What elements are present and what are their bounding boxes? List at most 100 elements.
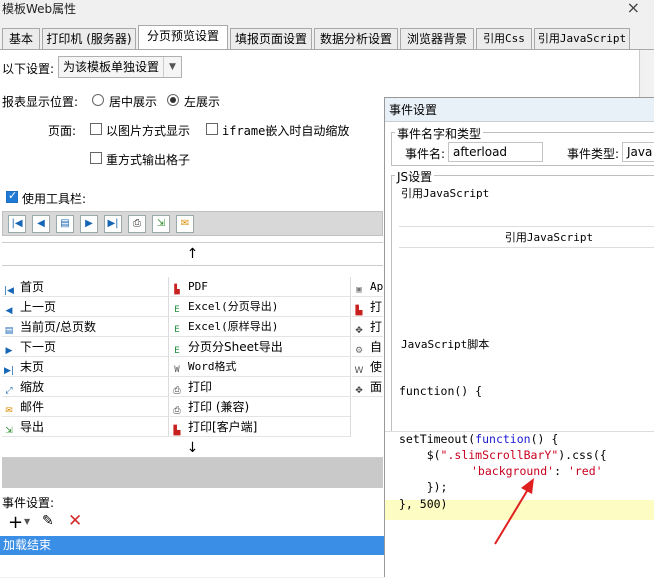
list-item[interactable]: ⚙ 自: [352, 337, 383, 357]
pdf-print-icon: ▙: [355, 306, 363, 316]
list-item[interactable]: ✥ 打: [352, 317, 383, 337]
position-label: 报表显示位置:: [2, 95, 79, 109]
list-item[interactable]: ▤ 当前页/总页数: [2, 317, 168, 337]
list-item[interactable]: E 分页分Sheet导出: [170, 337, 350, 357]
zoom-icon: ⤢: [5, 386, 13, 396]
tab-data-analysis[interactable]: 数据分析设置: [314, 28, 398, 49]
pdf-icon: ▙: [174, 285, 180, 295]
export-icon: ⇲: [5, 426, 13, 436]
list-item[interactable]: ▙ 打印[客户端]: [170, 417, 350, 437]
checkbox-reprint[interactable]: [90, 152, 102, 164]
window-title: 模板Web属性: [2, 2, 77, 16]
mail-icon[interactable]: ✉: [176, 215, 194, 233]
list-item[interactable]: ▶| 末页: [2, 357, 168, 377]
print-icon[interactable]: ⎙: [128, 215, 146, 233]
tab-page-preview[interactable]: 分页预览设置: [138, 25, 228, 50]
edit-icon[interactable]: ✎: [42, 513, 54, 529]
next-page-icon[interactable]: ▶: [80, 215, 98, 233]
ref-js-label: 引用JavaScript: [401, 187, 490, 200]
mail-icon: ✉: [5, 406, 13, 416]
code-line: });: [399, 480, 448, 494]
code-line: $(".slimScrollBarY").css({: [399, 448, 607, 462]
prev-page-icon[interactable]: ◀: [32, 215, 50, 233]
excel-icon: E: [174, 305, 180, 315]
event-name-label: 事件名:: [405, 147, 446, 161]
tab-printer-server[interactable]: 打印机 (服务器): [42, 28, 136, 49]
checkbox-reprint-label: 重方式输出格子: [106, 153, 191, 167]
radio-center[interactable]: [92, 94, 104, 106]
list-item[interactable]: ▙ 打: [352, 297, 383, 317]
prev-page-icon: ◀: [5, 306, 13, 316]
list-item[interactable]: ▶ 下一页: [2, 337, 168, 357]
list-item[interactable]: E Excel(分页导出): [170, 297, 350, 317]
word-icon: W: [354, 366, 364, 376]
event-type-label: 事件类型:: [567, 147, 620, 161]
ref-js-table-header[interactable]: 引用JavaScript: [399, 226, 654, 248]
checkbox-iframe-scale-label: iframe嵌入时自动缩放: [222, 124, 350, 138]
list-item[interactable]: ⎙ 打印: [170, 377, 350, 397]
dialog-title: 事件设置: [385, 98, 654, 122]
page-label: 页面:: [48, 124, 77, 138]
list-item[interactable]: ⇲ 导出: [2, 417, 168, 437]
checkbox-iframe-scale[interactable]: [206, 123, 218, 135]
event-settings-label: 事件设置:: [2, 496, 55, 510]
gear-icon: ⚙: [354, 346, 364, 356]
list-item[interactable]: ✥ 面: [352, 377, 383, 397]
event-type-select[interactable]: Java: [622, 142, 654, 162]
list-item[interactable]: ⤢ 缩放: [2, 377, 168, 397]
print-icon: ⎙: [173, 406, 181, 416]
list-item[interactable]: |◀ 首页: [2, 277, 168, 297]
last-page-icon[interactable]: ▶|: [104, 215, 122, 233]
list-item[interactable]: ▣ Ap: [352, 277, 383, 297]
word-icon: W: [174, 365, 180, 375]
radio-left-label: 左展示: [184, 95, 221, 109]
excel-icon: E: [174, 325, 180, 335]
add-icon[interactable]: +: [8, 512, 23, 533]
toolbar-preview: |◀ ◀ ▤ ▶ ▶| ⎙ ⇲ ✉: [2, 211, 383, 236]
code-editor[interactable]: setTimeout(function() { $(".slimScrollBa…: [385, 431, 654, 578]
list-item[interactable]: W使: [352, 357, 383, 377]
list-item[interactable]: W Word格式: [170, 357, 350, 377]
client-print-icon: ▙: [173, 426, 181, 436]
page-count-icon[interactable]: ▤: [56, 215, 74, 233]
radio-left[interactable]: [167, 94, 179, 106]
script-label: JavaScript脚本: [401, 338, 490, 351]
tab-ref-js[interactable]: 引用JavaScript: [534, 28, 630, 49]
tab-ref-css[interactable]: 引用Css: [476, 28, 532, 49]
first-page-icon: |◀: [4, 286, 14, 296]
annotation-arrow-icon: [494, 478, 534, 545]
move-down-button[interactable]: ↓: [2, 438, 383, 458]
close-icon[interactable]: ×: [627, 0, 640, 17]
delete-icon[interactable]: ✕: [68, 511, 82, 531]
tab-basic[interactable]: 基本: [2, 28, 40, 49]
first-page-icon[interactable]: |◀: [8, 215, 26, 233]
app-icon: ▣: [356, 285, 362, 295]
event-dialog: 事件设置 事件名字和类型 事件名: afterload 事件类型: Java J…: [384, 97, 654, 578]
mode-select[interactable]: 为该模板单独设置 ▼: [58, 56, 182, 78]
tab-browser-bg[interactable]: 浏览器背景: [400, 28, 474, 49]
event-name-input[interactable]: afterload: [448, 142, 543, 162]
move-icon: ✥: [355, 386, 363, 396]
page-count-icon: ▤: [4, 326, 14, 336]
list-item[interactable]: ◀ 上一页: [2, 297, 168, 317]
chevron-down-icon[interactable]: ▼: [24, 517, 30, 526]
export-icon[interactable]: ⇲: [152, 215, 170, 233]
checkbox-use-toolbar[interactable]: [6, 189, 18, 203]
event-list-item[interactable]: 加载结束: [0, 536, 385, 555]
last-page-icon: ▶|: [4, 366, 14, 376]
list-item[interactable]: ✉ 邮件: [2, 397, 168, 417]
list-item[interactable]: ⎙ 打印 (兼容): [170, 397, 350, 417]
list-item[interactable]: E Excel(原样导出): [170, 317, 350, 337]
tab-fill-page[interactable]: 填报页面设置: [230, 28, 312, 49]
toolbar-preview-footer: [2, 458, 383, 488]
use-toolbar-label: 使用工具栏:: [22, 192, 87, 206]
print-icon: ⎙: [173, 386, 181, 396]
move-icon: ✥: [355, 326, 363, 336]
checkbox-image-mode[interactable]: [90, 123, 102, 135]
next-page-icon: ▶: [5, 346, 13, 356]
move-up-button[interactable]: ↑: [2, 242, 383, 266]
grid-divider: [168, 277, 169, 437]
code-line: setTimeout(function() {: [399, 432, 559, 446]
js-settings-title: JS设置: [395, 168, 435, 185]
list-item[interactable]: ▙ PDF: [170, 277, 350, 297]
